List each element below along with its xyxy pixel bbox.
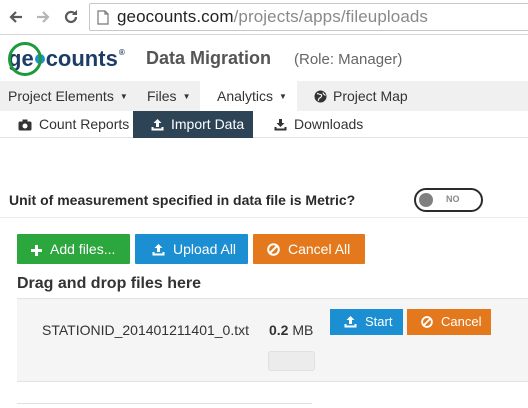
geocounts-logo[interactable]: ge counts ® xyxy=(8,42,125,76)
cancel-upload-label: Cancel xyxy=(441,314,482,329)
start-label: Start xyxy=(365,314,393,329)
dropzone-title: Drag and drop files here xyxy=(17,275,202,292)
cancel-upload-button[interactable]: Cancel xyxy=(407,309,491,335)
tab-count-reports[interactable]: Count Reports xyxy=(0,111,133,138)
sub-tabs: Count Reports Import Data Downloads xyxy=(0,111,528,138)
tab-import-data[interactable]: Import Data xyxy=(133,111,253,138)
back-button[interactable] xyxy=(6,6,26,28)
role-label: (Role: Manager) xyxy=(294,51,403,68)
camera-icon xyxy=(18,119,32,131)
reload-button[interactable] xyxy=(61,6,81,28)
metric-question: Unit of measurement specified in data fi… xyxy=(9,192,356,208)
logo-registered-mark: ® xyxy=(118,48,125,57)
plus-icon xyxy=(31,245,42,256)
metric-toggle[interactable]: NO xyxy=(414,188,483,212)
upload-icon xyxy=(344,316,357,328)
ban-icon xyxy=(267,243,280,256)
cancel-all-button[interactable]: Cancel All xyxy=(253,234,365,264)
file-size-unit: MB xyxy=(292,322,314,338)
app-header: ge counts ® Data Migration (Role: Manager) xyxy=(0,35,528,81)
toggle-state-text: NO xyxy=(446,194,460,204)
download-icon xyxy=(274,119,287,131)
caret-down-icon: ▼ xyxy=(182,92,191,101)
page-icon xyxy=(97,10,109,25)
file-size: 0.2 MB xyxy=(269,322,313,338)
tab-import-data-label: Import Data xyxy=(171,116,245,132)
address-bar[interactable]: geocounts.com/projects/apps/fileuploads xyxy=(89,3,528,31)
reload-icon xyxy=(64,10,78,24)
tab-count-reports-label: Count Reports xyxy=(39,116,130,132)
upload-all-button[interactable]: Upload All xyxy=(135,234,248,264)
logo-ring xyxy=(8,42,42,76)
menu-project-map[interactable]: Project Map xyxy=(314,81,408,111)
add-files-button[interactable]: Add files... xyxy=(17,234,130,264)
logo-suffix: counts xyxy=(45,45,118,71)
url-path: /projects/apps/fileuploads xyxy=(233,7,429,26)
menu-analytics[interactable]: Analytics ▼ xyxy=(200,81,297,111)
menu-project-map-label: Project Map xyxy=(333,88,408,104)
start-button[interactable]: Start xyxy=(330,309,403,335)
back-arrow-icon xyxy=(9,11,22,23)
page-title: Data Migration xyxy=(146,48,272,68)
url-host: geocounts.com xyxy=(117,7,234,26)
upload-icon xyxy=(151,119,164,131)
forward-arrow-icon xyxy=(37,11,50,23)
file-row: STATIONID_201401211401_0.txt 0.2 MB Star… xyxy=(17,298,528,382)
ban-icon xyxy=(421,316,433,328)
main-menu: Project Elements ▼ Files ▼ Analytics ▼ Proj… xyxy=(0,81,528,111)
menu-analytics-label: Analytics xyxy=(217,88,274,104)
caret-down-icon: ▼ xyxy=(119,92,128,101)
divider xyxy=(17,403,312,404)
add-files-label: Add files... xyxy=(50,241,116,257)
url-text: geocounts.com/projects/apps/fileuploads xyxy=(117,7,428,27)
file-size-value: 0.2 xyxy=(269,322,289,338)
menu-files[interactable]: Files ▼ xyxy=(134,81,200,111)
caret-down-icon: ▼ xyxy=(279,92,287,101)
upload-icon xyxy=(152,244,165,256)
divider xyxy=(0,217,528,218)
tab-downloads[interactable]: Downloads xyxy=(256,111,386,138)
upload-progress-bar xyxy=(268,351,315,371)
file-name: STATIONID_201401211401_0.txt xyxy=(42,322,250,338)
tab-downloads-label: Downloads xyxy=(294,116,364,132)
cancel-all-label: Cancel All xyxy=(288,241,351,257)
forward-button[interactable] xyxy=(33,6,53,28)
toggle-knob xyxy=(419,193,433,207)
browser-toolbar: geocounts.com/projects/apps/fileuploads xyxy=(0,0,528,35)
globe-icon xyxy=(314,90,327,103)
menu-files-label: Files xyxy=(147,88,177,104)
menu-project-elements[interactable]: Project Elements ▼ xyxy=(8,81,128,111)
menu-project-elements-label: Project Elements xyxy=(8,88,114,104)
upload-all-label: Upload All xyxy=(173,241,237,257)
